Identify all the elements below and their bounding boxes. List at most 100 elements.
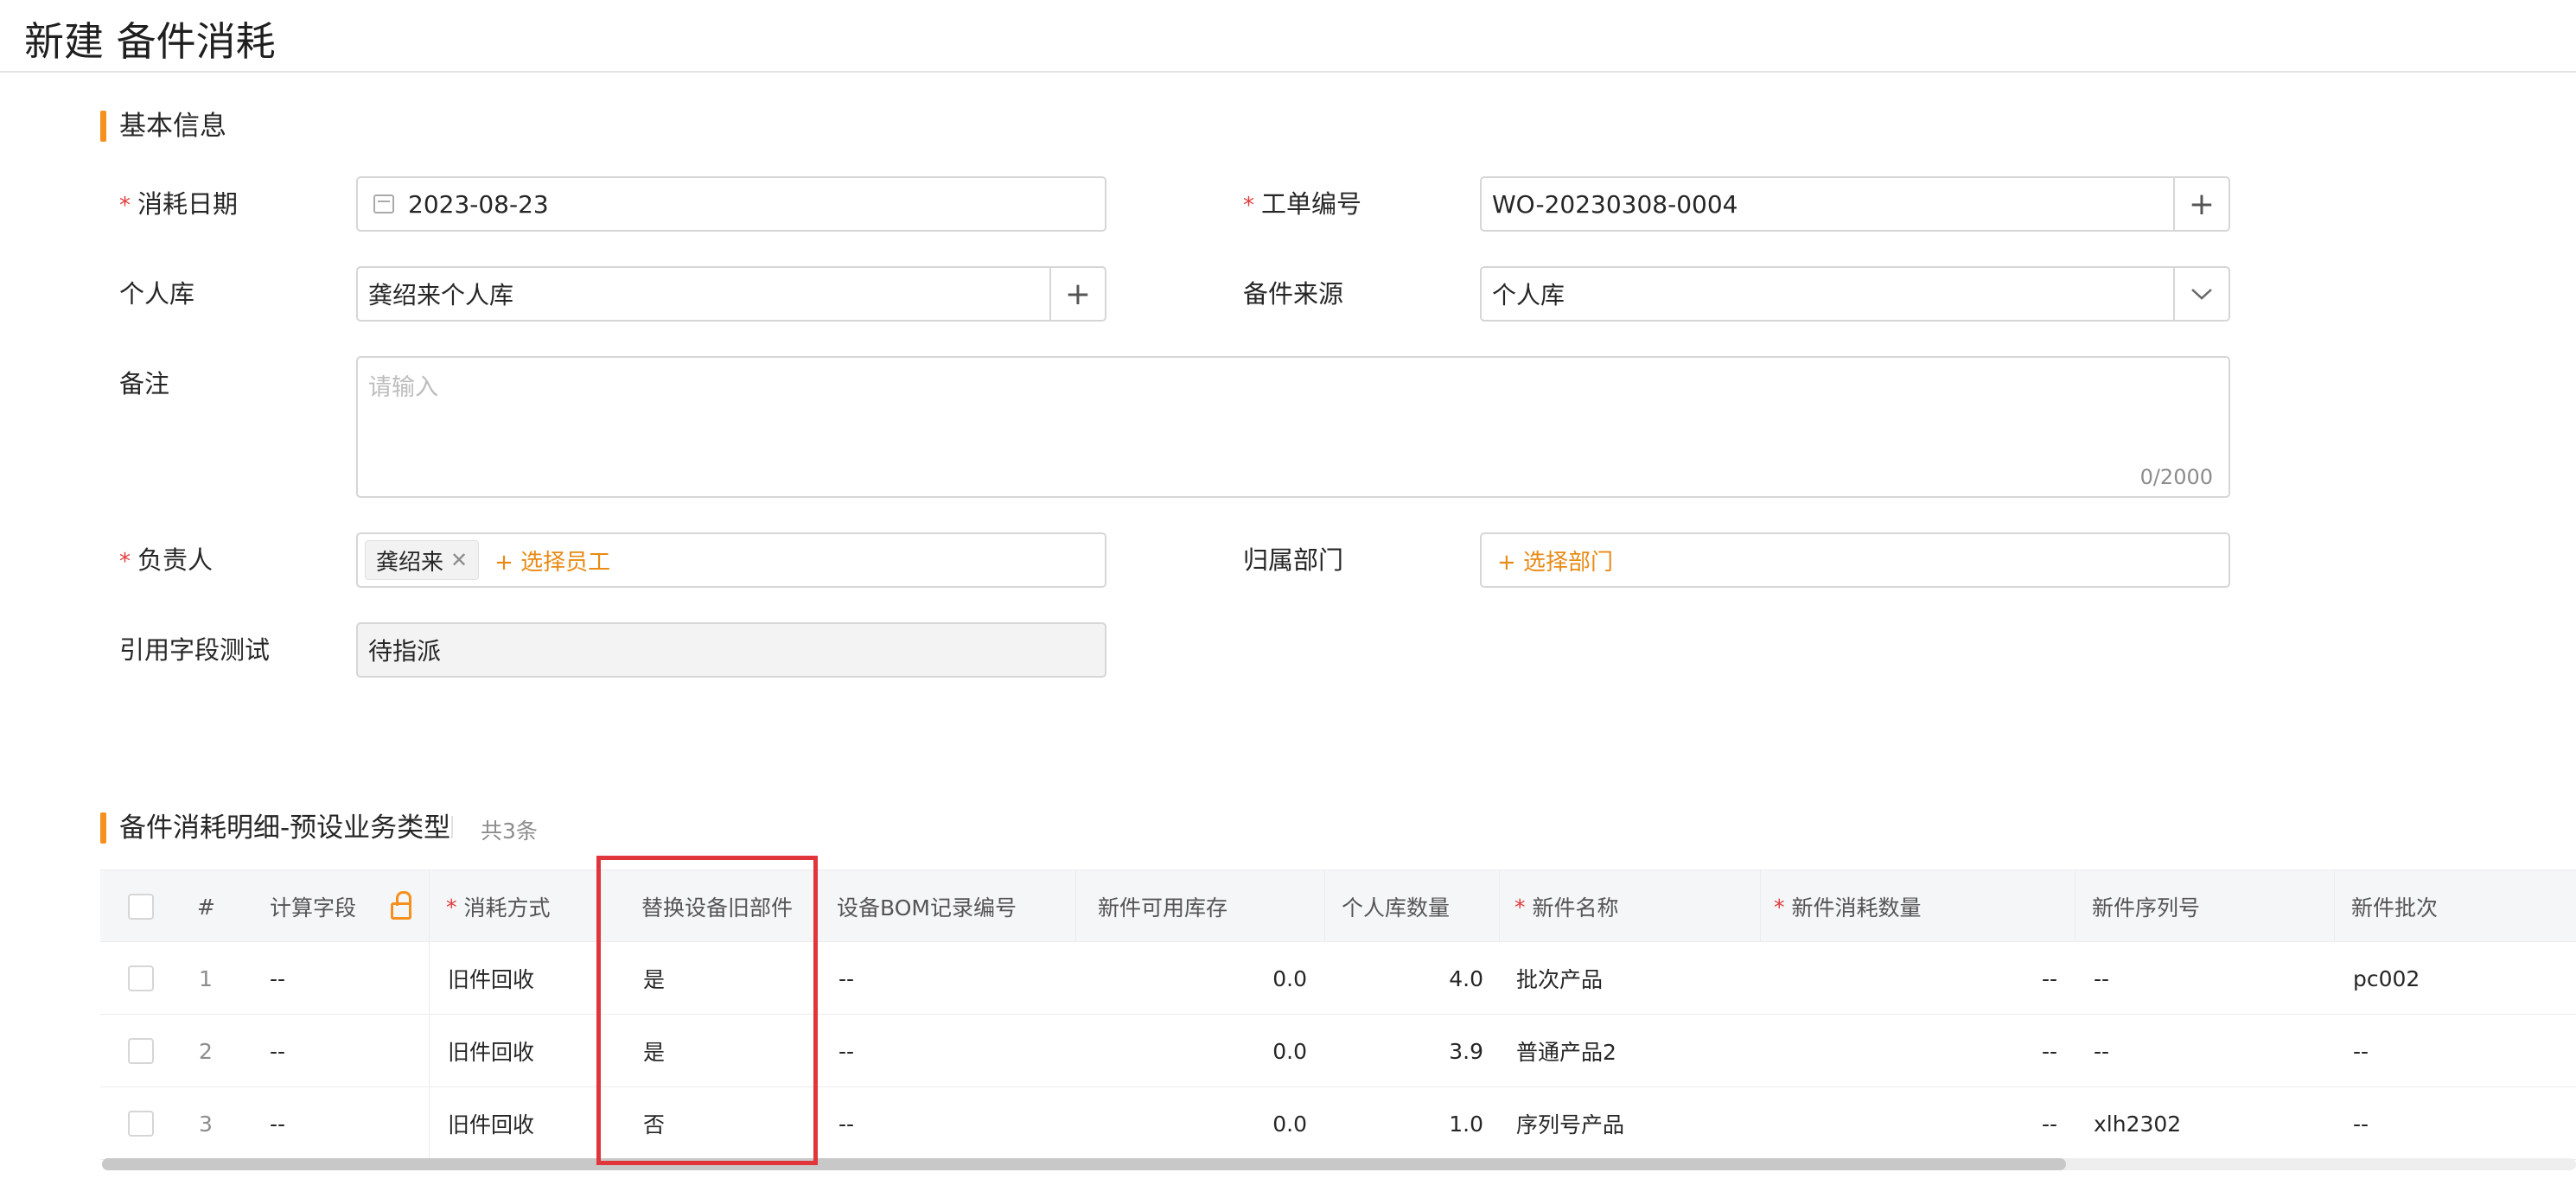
- cell-method[interactable]: 旧件回收: [448, 942, 534, 1015]
- column-divider: [429, 942, 430, 1015]
- lock-icon: [391, 891, 412, 920]
- select-employee-link[interactable]: + 选择员工: [494, 545, 610, 577]
- cell-new-qty[interactable]: --: [1777, 1087, 2057, 1160]
- row-count: 共3条: [481, 819, 538, 844]
- annotation-highlight-box: [596, 856, 818, 1165]
- remark-textarea[interactable]: 请输入 0/2000: [356, 356, 2230, 498]
- remark-placeholder: 请输入: [368, 374, 438, 401]
- select-all-checkbox[interactable]: [128, 894, 154, 920]
- cell-new-serial: xlh2302: [2094, 1111, 2182, 1137]
- cell-personal-qty: 4.0: [1449, 965, 1483, 991]
- table-row[interactable]: 2 -- 旧件回收 是 -- 0.0 3.9 普通产品2 -- -- --: [100, 1015, 2576, 1087]
- column-divider: [2334, 870, 2335, 943]
- table-row[interactable]: 3 -- 旧件回收 否 -- 0.0 1.0 序列号产品 -- xlh2302 …: [100, 1087, 2576, 1160]
- column-header-new-qty-label: 新件消耗数量: [1791, 895, 1922, 921]
- cell-method[interactable]: 旧件回收: [448, 1087, 534, 1160]
- cell-new-qty[interactable]: --: [1777, 1015, 2057, 1087]
- section-title-detail: 备件消耗明细-预设业务类型: [100, 812, 450, 844]
- column-divider: [1760, 870, 1761, 943]
- cell-bom-no: --: [838, 965, 855, 991]
- table-row[interactable]: 1 -- 旧件回收 是 -- 0.0 4.0 批次产品 -- -- pc002: [100, 942, 2576, 1015]
- cell-new-batch: --: [2353, 1111, 2369, 1137]
- cell-new-serial: --: [2094, 965, 2110, 991]
- work-order-field[interactable]: WO-20230308-0004 +: [1480, 176, 2230, 232]
- cell-bom-no: --: [838, 1038, 855, 1064]
- required-icon: *: [446, 894, 457, 920]
- column-header-method-label: 消耗方式: [463, 895, 551, 921]
- header-divider: [0, 71, 2576, 73]
- owner-tag: 龚绍来 ✕: [365, 540, 480, 580]
- calendar-icon: [373, 194, 394, 213]
- required-icon: *: [1243, 193, 1254, 219]
- department-selector[interactable]: + 选择部门: [1480, 532, 2230, 588]
- column-header-calc-label: 计算字段: [270, 895, 357, 921]
- horizontal-scrollbar[interactable]: [102, 1158, 2576, 1170]
- consume-date-value: 2023-08-23: [408, 189, 549, 219]
- chevron-down-icon: [2191, 289, 2212, 300]
- cell-new-batch: pc002: [2353, 965, 2420, 991]
- cell-new-stock: 0.0: [1272, 965, 1307, 991]
- column-divider: [1075, 870, 1076, 943]
- select-all-cell: [128, 870, 154, 943]
- work-order-value: WO-20230308-0004: [1492, 189, 1738, 219]
- cell-new-name[interactable]: 序列号产品: [1516, 1087, 1624, 1160]
- select-department-link[interactable]: + 选择部门: [1497, 545, 1613, 577]
- cell-calc: --: [270, 965, 286, 991]
- ref-field-label: 引用字段测试: [119, 635, 271, 665]
- row-checkbox-cell: [128, 1087, 154, 1160]
- cell-new-batch: --: [2353, 1038, 2369, 1064]
- row-checkbox[interactable]: [128, 1111, 154, 1137]
- column-divider: [429, 1087, 430, 1160]
- add-work-order-button[interactable]: +: [2173, 178, 2228, 230]
- dropdown-toggle[interactable]: [2173, 268, 2228, 320]
- column-header-new-name-label: 新件名称: [1532, 895, 1619, 921]
- scrollbar-thumb[interactable]: [102, 1158, 2066, 1170]
- owner-tag-label: 龚绍来: [376, 549, 444, 576]
- owner-label: * 负责人: [119, 543, 213, 579]
- column-header-new-qty: * 新件消耗数量: [1774, 870, 1922, 943]
- column-header-new-batch: 新件批次: [2351, 895, 2439, 921]
- section-title-basic: 基本信息: [100, 111, 226, 142]
- row-checkbox[interactable]: [128, 965, 154, 991]
- consume-date-label: * 消耗日期: [119, 187, 238, 223]
- column-header-new-name: * 新件名称: [1514, 870, 1619, 943]
- column-divider: [429, 1015, 430, 1087]
- consume-date-picker[interactable]: 2023-08-23: [356, 176, 1106, 232]
- required-icon: *: [1514, 894, 1526, 920]
- cell-method[interactable]: 旧件回收: [448, 1015, 534, 1087]
- personal-warehouse-field[interactable]: 龚绍来个人库 +: [356, 266, 1106, 322]
- owner-label-text: 负责人: [137, 545, 214, 575]
- cell-bom-no: --: [838, 1111, 855, 1137]
- consume-date-label-text: 消耗日期: [137, 189, 239, 219]
- count-divider: [451, 816, 453, 838]
- row-index: 3: [199, 1111, 213, 1137]
- cell-new-name[interactable]: 批次产品: [1516, 942, 1603, 1015]
- personal-warehouse-label: 个人库: [119, 279, 195, 309]
- work-order-label: * 工单编号: [1243, 187, 1361, 223]
- row-index: 2: [199, 1038, 213, 1064]
- remark-char-counter: 0/2000: [2139, 465, 2213, 489]
- cell-new-name[interactable]: 普通产品2: [1516, 1015, 1616, 1087]
- cell-new-qty[interactable]: --: [1777, 942, 2057, 1015]
- required-icon: *: [1774, 894, 1785, 920]
- column-header-new-serial: 新件序列号: [2092, 895, 2201, 921]
- parts-source-select[interactable]: 个人库: [1480, 266, 2230, 322]
- column-divider: [1499, 870, 1500, 943]
- cell-new-stock: 0.0: [1272, 1038, 1307, 1064]
- column-divider: [429, 870, 430, 943]
- row-index: 1: [199, 965, 213, 991]
- close-icon[interactable]: ✕: [450, 548, 468, 572]
- row-checkbox-cell: [128, 942, 154, 1015]
- ref-field-input: 待指派: [356, 622, 1106, 678]
- required-icon: *: [119, 193, 131, 219]
- column-divider: [1324, 870, 1325, 943]
- cell-personal-qty: 1.0: [1449, 1111, 1483, 1137]
- column-header-personal-qty: 个人库数量: [1342, 895, 1451, 921]
- row-checkbox[interactable]: [128, 1038, 154, 1064]
- owner-selector[interactable]: 龚绍来 ✕ + 选择员工: [356, 532, 1106, 588]
- cell-new-stock: 0.0: [1272, 1111, 1307, 1137]
- plus-icon: +: [1064, 276, 1092, 312]
- column-header-new-stock: 新件可用库存: [1098, 895, 1228, 921]
- add-warehouse-button[interactable]: +: [1049, 268, 1105, 320]
- work-order-label-text: 工单编号: [1261, 189, 1362, 219]
